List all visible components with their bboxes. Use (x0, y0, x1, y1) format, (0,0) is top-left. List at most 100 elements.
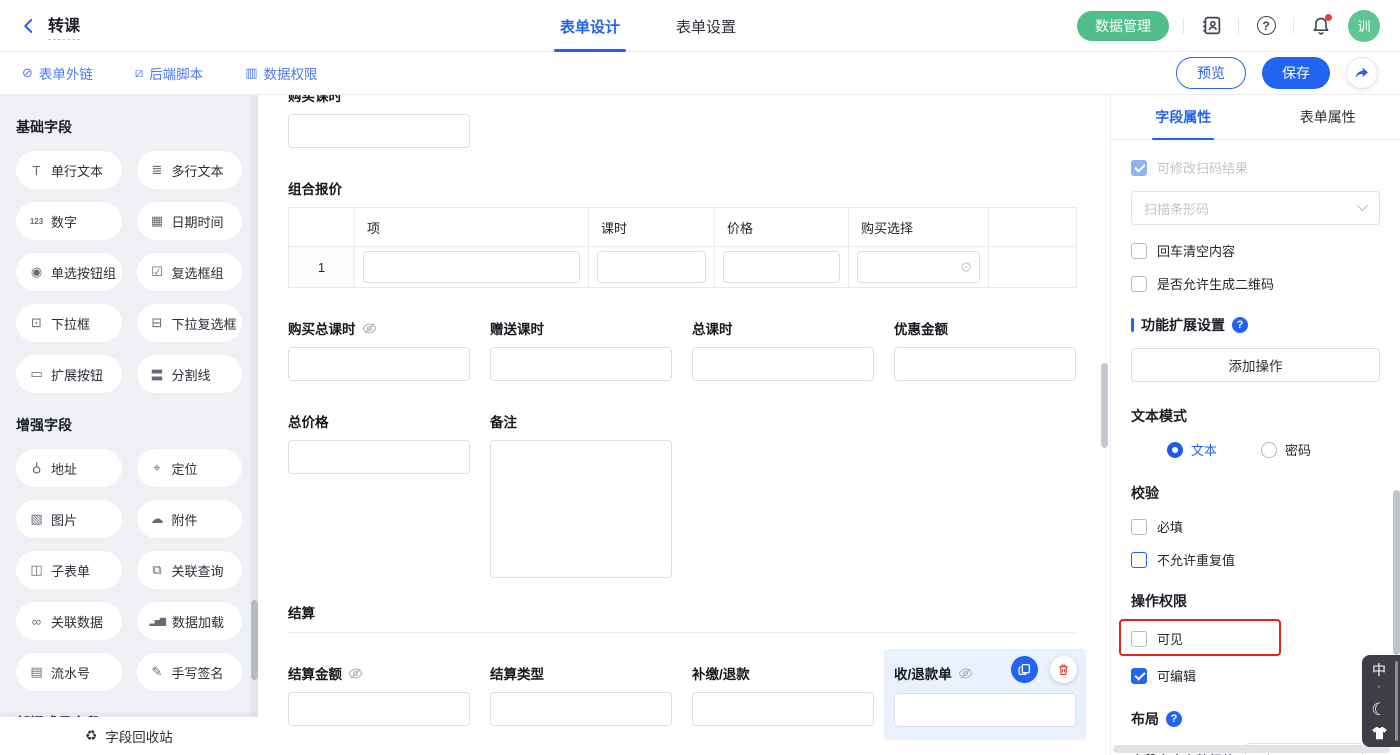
tab-form-settings[interactable]: 表单设置 (676, 0, 736, 52)
linked-query-icon: ⧉ (150, 562, 165, 578)
field-remark[interactable]: 备注 (490, 411, 672, 578)
text-input[interactable] (288, 440, 470, 474)
backend-script-link[interactable]: ⧄ 后端脚本 (135, 63, 203, 83)
panel-scrollbar-thumb[interactable] (1393, 490, 1400, 655)
text-input[interactable] (597, 251, 706, 283)
copy-field-button[interactable] (1011, 656, 1038, 683)
field-item-attachment[interactable]: ☁附件 (137, 500, 243, 538)
save-button[interactable]: 保存 (1262, 57, 1330, 89)
field-settlement-type[interactable]: 结算类型 (490, 663, 672, 727)
text-input[interactable] (490, 692, 672, 726)
avatar[interactable]: 训 (1348, 10, 1380, 42)
tab-form-design[interactable]: 表单设计 (560, 0, 620, 52)
field-settlement-amount[interactable]: 结算金额 (288, 663, 470, 727)
field-pay-refund[interactable]: 补缴/退款 (692, 663, 874, 727)
preview-button[interactable]: 预览 (1176, 57, 1246, 89)
field-item-serial-number[interactable]: ▤流水号 (16, 653, 122, 691)
col-extra (989, 208, 1077, 247)
data-manage-button[interactable]: 数据管理 (1077, 11, 1169, 41)
field-item-number[interactable]: 123数字 (16, 202, 122, 240)
checkbox-required[interactable]: 必填 (1131, 517, 1380, 536)
radio-selected-icon (1167, 442, 1183, 458)
help-button[interactable]: ? (1253, 13, 1279, 39)
checkbox-visible[interactable]: 可见 (1131, 629, 1269, 648)
field-buy-hours[interactable]: 购买课时 (288, 95, 470, 148)
signature-icon: ✎ (150, 664, 165, 680)
checkbox-editable[interactable]: 可编辑 (1131, 666, 1380, 685)
back-button[interactable] (20, 17, 38, 35)
text-input[interactable] (894, 347, 1076, 381)
field-item-data-load[interactable]: ▂▅▇数据加载 (137, 602, 243, 640)
field-item-subform[interactable]: ◫子表单 (16, 551, 122, 589)
radio-text-mode[interactable]: 文本 (1167, 440, 1217, 459)
field-item-linked-query[interactable]: ⧉关联查询 (137, 551, 243, 589)
address-book-button[interactable] (1198, 13, 1224, 39)
tshirt-skin-icon[interactable] (1371, 726, 1388, 740)
moon-icon[interactable]: ☾ (1371, 701, 1386, 718)
field-combo-quote[interactable]: 组合报价 项 课时 价格 购买选择 1 ⊙ (288, 178, 1077, 288)
field-item-dropdown[interactable]: ⊡下拉框 (16, 304, 122, 342)
sidebar-scrollbar-track[interactable] (251, 95, 258, 717)
sidebar-scrollbar-thumb[interactable] (251, 600, 258, 680)
divider (1293, 18, 1294, 34)
form-external-link[interactable]: ⊘ 表单外链 (22, 63, 93, 83)
text-input[interactable] (288, 114, 470, 148)
text-input[interactable] (490, 347, 672, 381)
tab-field-properties[interactable]: 字段属性 (1111, 95, 1256, 139)
ime-language-indicator[interactable]: 中 (1372, 663, 1386, 677)
text-input[interactable] (288, 692, 470, 726)
share-button[interactable] (1346, 57, 1378, 89)
field-total-hours[interactable]: 总课时 (692, 318, 874, 381)
textarea-input[interactable] (490, 440, 672, 578)
field-settlement-divider[interactable]: 结算 (288, 602, 1077, 633)
field-item-locate[interactable]: ⌖定位 (137, 449, 243, 487)
checkbox-editable-scan-result[interactable]: 可修改扫码结果 (1131, 158, 1380, 177)
help-icon[interactable]: ? (1166, 711, 1182, 727)
field-item-single-line-text[interactable]: T单行文本 (16, 151, 122, 189)
add-action-button[interactable]: 添加操作 (1131, 348, 1380, 382)
checkbox-allow-qrcode[interactable]: 是否允许生成二维码 (1131, 274, 1380, 293)
field-item-multi-line-text[interactable]: ≣多行文本 (137, 151, 243, 189)
field-item-image[interactable]: ▧图片 (16, 500, 122, 538)
notifications-button[interactable] (1308, 13, 1334, 39)
scan-mode-select[interactable]: 扫描条形码 (1131, 191, 1380, 225)
field-total-buy-hours[interactable]: 购买总课时 (288, 318, 470, 381)
checkbox-enter-clear[interactable]: 回车清空内容 (1131, 241, 1380, 260)
checkbox-no-duplicate[interactable]: 不允许重复值 (1131, 550, 1380, 569)
delete-field-button[interactable] (1050, 656, 1077, 683)
panel-horizontal-scrollbar[interactable] (1113, 745, 1390, 753)
field-receipt-refund-slip-selected[interactable]: 收/退款单 (884, 649, 1086, 740)
canvas-scrollbar-thumb[interactable] (1101, 363, 1108, 448)
data-permission-link[interactable]: ▥ 数据权限 (245, 63, 317, 83)
help-icon: ? (1257, 16, 1276, 35)
panel-body: 可修改扫码结果 扫描条形码 回车清空内容 是否允许生成二维码 功能扩展设置 ? … (1111, 140, 1400, 755)
field-item-multi-dropdown[interactable]: ⊟下拉复选框 (137, 304, 243, 342)
text-input[interactable] (363, 251, 580, 283)
field-label: 赠送课时 (490, 318, 672, 338)
field-discount-amount[interactable]: 优惠金额 (894, 318, 1076, 381)
field-item-divider[interactable]: 〓分割线 (137, 355, 243, 393)
field-recycle-bin[interactable]: ♻ 字段回收站 (0, 717, 258, 755)
checkbox-checked-disabled-icon (1131, 160, 1147, 176)
field-item-address[interactable]: ⚲地址 (16, 449, 122, 487)
checkbox-checked-icon (1131, 668, 1147, 684)
field-gift-hours[interactable]: 赠送课时 (490, 318, 672, 381)
field-label: 优惠金额 (894, 318, 1076, 338)
field-item-signature[interactable]: ✎手写签名 (137, 653, 243, 691)
text-input[interactable] (894, 693, 1076, 727)
radio-password-mode[interactable]: 密码 (1261, 440, 1311, 459)
text-input[interactable] (723, 251, 840, 283)
field-total-price[interactable]: 总价格 (288, 411, 470, 578)
tab-form-properties[interactable]: 表单属性 (1256, 95, 1400, 139)
field-item-linked-data[interactable]: ∞关联数据 (16, 602, 122, 640)
field-item-checkbox-group[interactable]: ☑复选框组 (137, 253, 243, 291)
field-item-extend-button[interactable]: ▭扩展按钮 (16, 355, 122, 393)
help-icon[interactable]: ? (1232, 317, 1248, 333)
text-input[interactable] (288, 347, 470, 381)
text-input[interactable] (692, 347, 874, 381)
field-item-datetime[interactable]: ▦日期时间 (137, 202, 243, 240)
text-input[interactable] (692, 692, 874, 726)
ime-punctuation-icon[interactable]: ʻ (1378, 685, 1380, 694)
field-item-radio-group[interactable]: ◉单选按钮组 (16, 253, 122, 291)
properties-panel: 字段属性 表单属性 可修改扫码结果 扫描条形码 回车清空内容 是否允许生成二维码 (1110, 95, 1400, 755)
